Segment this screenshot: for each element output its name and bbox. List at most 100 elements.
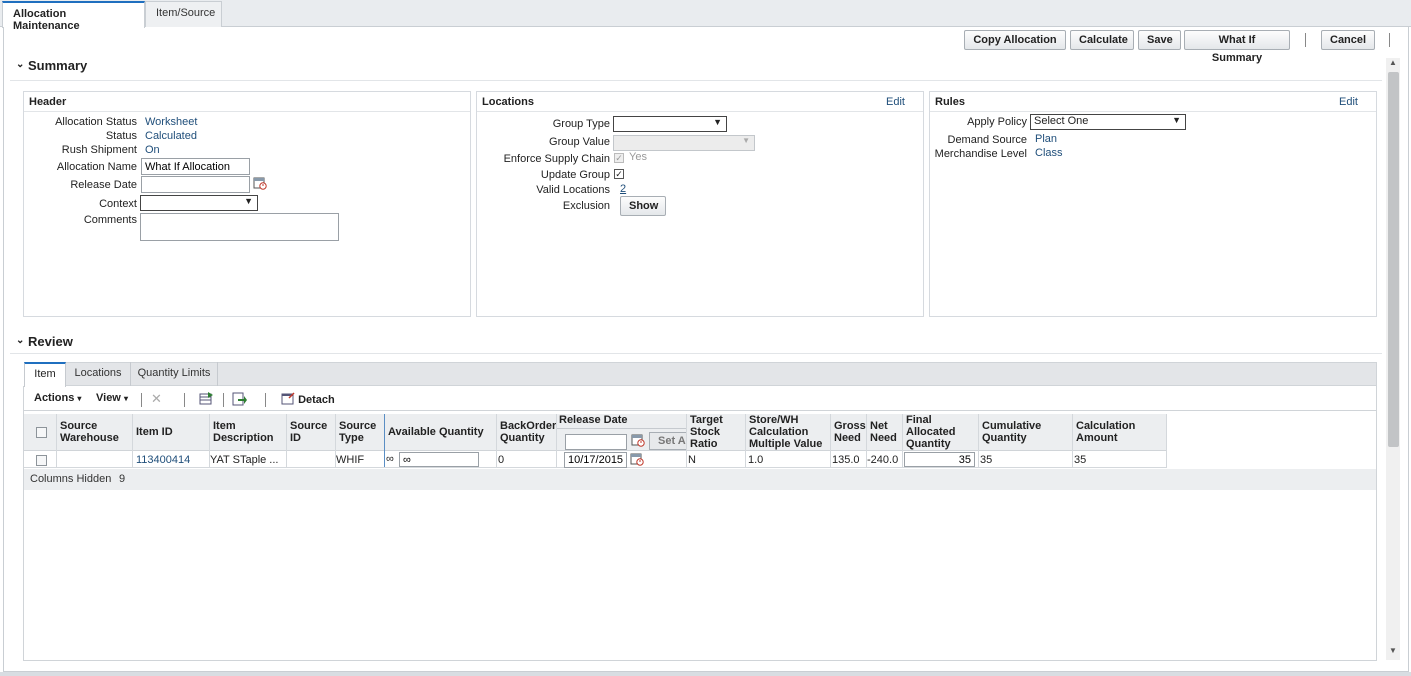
copy-allocation-button[interactable]: Copy Allocation: [964, 30, 1066, 50]
allocation-name-input[interactable]: [141, 158, 250, 175]
detach-icon: [281, 392, 295, 405]
release-date-set-all-input[interactable]: [565, 434, 627, 450]
apply-policy-select[interactable]: Select One ▼: [1030, 114, 1186, 130]
valid-locations-link[interactable]: 2: [620, 183, 626, 195]
enforce-supply-chain-checkbox[interactable]: ✓: [614, 153, 624, 163]
col-source-id[interactable]: Source ID: [290, 420, 327, 444]
col-item-id[interactable]: Item ID: [136, 426, 173, 438]
final-allocated-quantity-input[interactable]: [904, 452, 975, 467]
tab-item-source[interactable]: Item/Source: [145, 1, 222, 27]
cell-item-id-link[interactable]: 113400414: [136, 454, 190, 466]
col-source-type[interactable]: Source Type: [339, 420, 376, 444]
col-release-date[interactable]: Release Date: [559, 414, 628, 426]
delete-icon[interactable]: ✕: [151, 391, 162, 407]
col-label: Ratio: [690, 438, 718, 450]
calendar-icon[interactable]: [631, 433, 645, 447]
review-tab-quantity-limits[interactable]: Quantity Limits: [130, 362, 218, 386]
scroll-down-icon[interactable]: ▼: [1389, 646, 1397, 655]
grid-footer: [24, 469, 1376, 490]
actions-menu-label: Actions: [34, 392, 75, 404]
toolbar-separator: [1305, 33, 1306, 47]
group-value-select[interactable]: ▼: [613, 135, 755, 151]
update-group-checkbox[interactable]: ✓: [614, 169, 624, 179]
summary-collapse-icon[interactable]: ⌄: [16, 59, 24, 70]
review-tab-item[interactable]: Item: [24, 362, 66, 387]
col-label: Calculation: [1076, 420, 1136, 432]
col-label: Source: [290, 420, 328, 432]
col-label: BackOrder: [500, 420, 557, 432]
col-gross-need[interactable]: Gross Need: [834, 420, 866, 444]
release-date-header-divider: [557, 428, 687, 429]
cell-available-quantity-symbol: ∞: [386, 453, 394, 465]
scroll-up-icon[interactable]: ▲: [1389, 58, 1397, 67]
tab-allocation-maintenance[interactable]: Allocation Maintenance: [2, 1, 145, 32]
col-store-wh-calculation[interactable]: Store/WH Calculation Multiple Value: [749, 414, 822, 450]
col-calculation-amount[interactable]: Calculation Amount: [1076, 420, 1135, 444]
col-item-description[interactable]: Item Description: [213, 420, 274, 444]
scrollbar-thumb[interactable]: [1388, 72, 1399, 447]
group-value-label: Group Value: [549, 136, 610, 148]
export-table-icon[interactable]: [199, 392, 214, 406]
col-label: Description: [213, 432, 274, 444]
col-source-warehouse[interactable]: Source Warehouse: [60, 420, 119, 444]
valid-locations-label: Valid Locations: [536, 184, 610, 196]
calendar-icon[interactable]: [630, 452, 644, 466]
apply-policy-value: Select One: [1034, 115, 1089, 127]
col-final-allocated-quantity[interactable]: Final Allocated Quantity: [906, 414, 956, 450]
col-label: Item: [213, 420, 236, 432]
col-label: Need: [834, 432, 861, 444]
calendar-icon[interactable]: [253, 176, 267, 190]
demand-source-value: Plan: [1035, 133, 1058, 145]
available-quantity-input[interactable]: [399, 452, 479, 467]
summary-title: Summary: [28, 58, 88, 73]
allocation-name-label: Allocation Name: [56, 161, 137, 173]
header-panel-title: Header: [29, 96, 67, 108]
col-label: Type: [339, 432, 364, 444]
col-label: Calculation: [749, 426, 809, 438]
save-button[interactable]: Save: [1138, 30, 1181, 50]
release-date-input[interactable]: [141, 176, 250, 193]
context-select[interactable]: ▼: [140, 195, 258, 211]
import-icon[interactable]: [232, 392, 247, 406]
col-backorder-quantity[interactable]: BackOrder Quantity: [500, 420, 556, 444]
col-target-stock-ratio[interactable]: Target Stock Ratio: [690, 414, 723, 450]
columns-hidden-label: Columns Hidden: [30, 473, 112, 485]
release-date-label: Release Date: [70, 179, 137, 191]
actions-menu[interactable]: Actions ▾: [34, 392, 81, 404]
grid-toolbar: [24, 388, 1376, 411]
release-date-row-input[interactable]: [564, 452, 627, 468]
col-label: Need: [870, 432, 897, 444]
col-cumulative-quantity[interactable]: Cumulative Quantity: [982, 420, 1041, 444]
row-select-checkbox[interactable]: [36, 455, 47, 466]
columns-hidden-value: 9: [119, 473, 126, 485]
review-collapse-icon[interactable]: ⌄: [16, 335, 24, 346]
summary-divider: [10, 80, 1382, 81]
detach-button[interactable]: Detach: [281, 392, 335, 406]
col-net-need[interactable]: Net Need: [870, 420, 897, 444]
view-menu[interactable]: View ▾: [96, 392, 128, 404]
comments-textarea[interactable]: [140, 213, 339, 241]
review-tab-locations[interactable]: Locations: [66, 362, 130, 386]
col-label: Gross: [834, 420, 866, 432]
cancel-button[interactable]: Cancel: [1321, 30, 1375, 50]
col-label: Multiple Value: [749, 438, 823, 450]
what-if-summary-button[interactable]: What If Summary: [1184, 30, 1290, 64]
locations-edit-link[interactable]: Edit: [886, 96, 905, 108]
cell-cumulative-quantity: 35: [980, 454, 993, 466]
toolbar-separator: [223, 393, 224, 407]
col-label: Stock: [690, 426, 720, 438]
select-all-checkbox[interactable]: [36, 427, 47, 438]
calculate-button[interactable]: Calculate: [1070, 30, 1134, 50]
dropdown-arrow-icon: ▼: [713, 117, 722, 127]
allocation-status-value: Worksheet: [145, 116, 198, 128]
group-type-select[interactable]: ▼: [613, 116, 727, 132]
update-group-label: Update Group: [540, 169, 610, 181]
chevron-down-icon: ▾: [123, 394, 128, 403]
review-tab-bar: [24, 362, 1377, 386]
toolbar-separator: [141, 393, 142, 407]
cell-target-stock-ratio: N: [688, 454, 696, 466]
set-all-button[interactable]: Set Al: [649, 432, 687, 450]
show-exclusion-button[interactable]: Show: [620, 196, 666, 216]
rules-edit-link[interactable]: Edit: [1339, 96, 1358, 108]
col-available-quantity[interactable]: Available Quantity: [388, 426, 484, 438]
